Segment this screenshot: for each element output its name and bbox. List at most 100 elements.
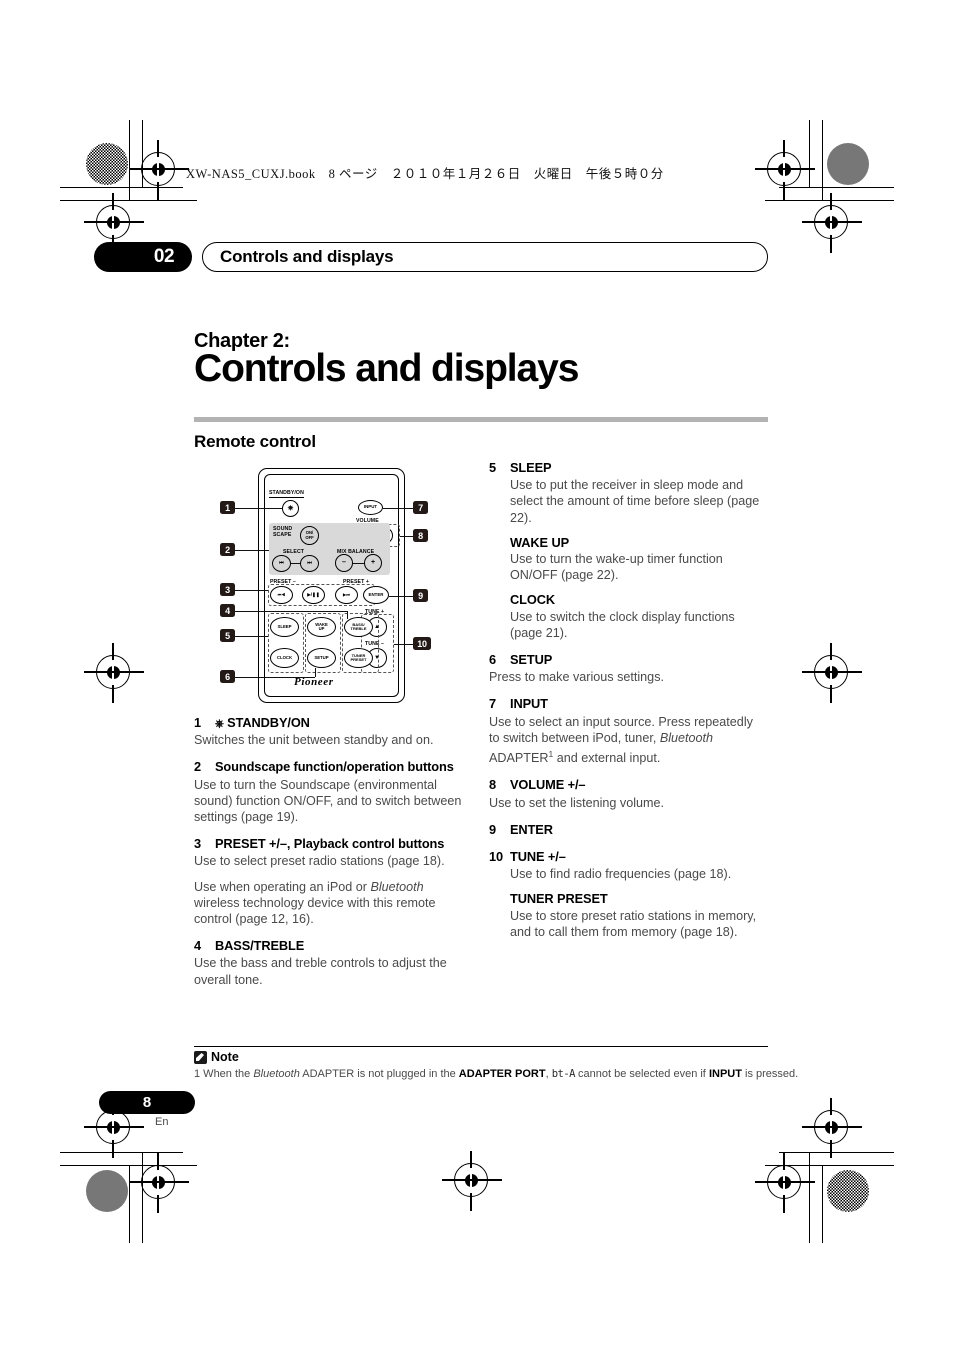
control-entry-5: 5 SLEEP Use to put the receiver in sleep… [489, 460, 764, 641]
crop-line [60, 1152, 183, 1154]
callout-leader-5 [235, 636, 268, 637]
running-header-title: Controls and displays [220, 247, 394, 266]
control-entry-8: 8 VOLUME +/– Use to set the listening vo… [489, 777, 764, 810]
left-text-column: 1 ⎈ STANDBY/ON Switches the unit between… [194, 715, 469, 988]
control-body-secondary: Use when operating an iPod or Bluetooth … [194, 879, 436, 927]
page-title: Controls and displays [194, 347, 579, 390]
crop-line [129, 120, 131, 200]
registration-mark-top-left [129, 140, 189, 200]
rewind-icon: ⏮◀ [277, 591, 286, 597]
control-entry-7: 7 INPUT Use to select an input source. P… [489, 696, 764, 766]
minus-icon: – [342, 558, 346, 566]
note-text: 1 When the Bluetooth ADAPTER is not plug… [194, 1068, 799, 1080]
control-sub-body: Use to store preset ratio stations in me… [510, 908, 757, 939]
callout-leader-10 [394, 644, 413, 645]
remote-setup-button[interactable]: SETUP [307, 648, 336, 668]
control-entry-heading: 6 SETUP [489, 652, 764, 668]
control-entry-heading: 2 Soundscape function/operation buttons [194, 759, 469, 775]
remote-clock-button[interactable]: CLOCK [270, 648, 299, 668]
remote-select-prev-button[interactable]: ⏮ [272, 555, 291, 572]
callout-leader-6-vert [315, 668, 316, 677]
halftone-circle-top-right [827, 143, 869, 185]
control-entry-heading: 10 TUNE +/– [489, 849, 764, 865]
remote-input-label: INPUT [363, 504, 378, 510]
page-language-code: En [155, 1116, 169, 1128]
remote-standby-on-button[interactable]: ⎈ [282, 500, 299, 517]
registration-mark-bottom-center [442, 1151, 502, 1211]
remote-control-diagram: STANDBY/ON ⎈ INPUT VOLUME – + SOUND SCAP… [215, 465, 455, 710]
registration-mark-left-lower [84, 1098, 144, 1158]
control-body: Use the bass and treble controls to adju… [194, 956, 447, 987]
note-label: Note [211, 1050, 239, 1064]
control-index: 4 [194, 938, 202, 954]
remote-tuner-preset-button[interactable]: TUNER PRESET [344, 648, 373, 668]
remote-select-next-button[interactable]: ⏭ [300, 555, 319, 572]
crop-line [765, 200, 894, 202]
note-header: Note [194, 1050, 239, 1064]
control-subheading-wake-up: WAKE UP [510, 534, 570, 550]
crop-line [60, 187, 183, 189]
next-track-icon: ⏭ [307, 560, 312, 567]
remote-on-off-button[interactable]: ON/ OFF [300, 526, 319, 545]
callout-10: 10 [413, 637, 431, 650]
control-entry-4: 4 BASS/TREBLE Use the bass and treble co… [194, 938, 469, 988]
control-heading-text: SLEEP [510, 460, 552, 475]
remote-preset-minus-button[interactable]: ⏮◀ [270, 586, 293, 604]
control-sub-body: Use to turn the wake-up timer function O… [510, 552, 723, 583]
crop-line [822, 1165, 824, 1243]
control-body: Use to put the receiver in sleep mode an… [510, 478, 760, 525]
control-entry-heading: 5 SLEEP [489, 460, 764, 476]
remote-setup-label: SETUP [314, 654, 329, 660]
callout-leader-4-vert [347, 611, 348, 619]
crop-line [129, 1165, 131, 1243]
lcd-display-text: bt-A [551, 1068, 576, 1080]
control-index: 7 [489, 696, 497, 712]
control-entry-heading: 3 PRESET +/–, Playback control buttons [194, 836, 469, 852]
registration-mark-left-mid [84, 643, 144, 703]
remote-input-button[interactable]: INPUT [358, 500, 383, 515]
registration-mark-top-right [755, 140, 815, 200]
running-header-pill: Controls and displays [202, 242, 768, 272]
control-index: 6 [489, 652, 497, 668]
remote-wake-up-button[interactable]: WAKE UP [307, 617, 336, 637]
control-entry-heading: 8 VOLUME +/– [489, 777, 764, 793]
registration-mark-left-upper [84, 193, 144, 253]
crop-line [809, 1152, 811, 1243]
callout-leader-3 [235, 590, 268, 591]
remote-balance-minus-button[interactable]: – [335, 554, 353, 572]
fast-forward-icon: ▶⏭ [343, 591, 350, 597]
control-heading-text: ENTER [510, 821, 553, 837]
control-body: Use to turn the Soundscape (environmenta… [194, 777, 462, 825]
control-entry-3: 3 PRESET +/–, Playback control buttons U… [194, 836, 469, 927]
remote-play-pause-button[interactable]: ▶/❚❚ [302, 586, 325, 604]
callout-leader-8 [400, 536, 413, 537]
control-body: Press to make various settings. [489, 670, 664, 685]
registration-mark-bottom-left [129, 1153, 189, 1213]
note-pencil-icon [194, 1050, 207, 1064]
control-index: 5 [489, 460, 497, 475]
callout-leader-9 [389, 596, 413, 597]
remote-preset-plus-button[interactable]: ▶⏭ [335, 586, 358, 604]
right-text-column: 5 SLEEP Use to put the receiver in sleep… [489, 460, 764, 940]
control-heading-text: Soundscape function/operation buttons [215, 759, 454, 775]
registration-mark-right-mid [802, 643, 862, 703]
remote-sleep-button[interactable]: SLEEP [270, 617, 299, 637]
crop-line [779, 1152, 894, 1154]
control-entry-heading: 1 ⎈ STANDBY/ON [194, 715, 469, 731]
control-body: Use to set the listening volume. [489, 795, 665, 810]
control-entry-2: 2 Soundscape function/operation buttons … [194, 759, 469, 825]
control-subheading-tuner-preset: TUNER PRESET [510, 891, 608, 907]
control-index: 8 [489, 777, 497, 793]
remote-balance-plus-button[interactable]: + [364, 554, 382, 572]
callout-4: 4 [220, 604, 235, 617]
power-icon: ⎈ [287, 505, 294, 512]
chapter-number: 02 [153, 246, 175, 267]
book-file-header-line: XW-NAS5_CUXJ.book 8 ページ ２０１０年１月２６日 火曜日 午… [186, 167, 664, 181]
control-index: 1 [194, 715, 202, 730]
remote-enter-button[interactable]: ENTER [363, 586, 389, 604]
previous-track-icon: ⏮ [279, 560, 284, 567]
registration-mark-bottom-right [755, 1153, 815, 1213]
remote-bass-treble-button[interactable]: BASS/ TREBLE [344, 617, 373, 637]
control-heading-text: SETUP [510, 652, 553, 668]
control-heading-text: ⎈ STANDBY/ON [215, 715, 310, 730]
